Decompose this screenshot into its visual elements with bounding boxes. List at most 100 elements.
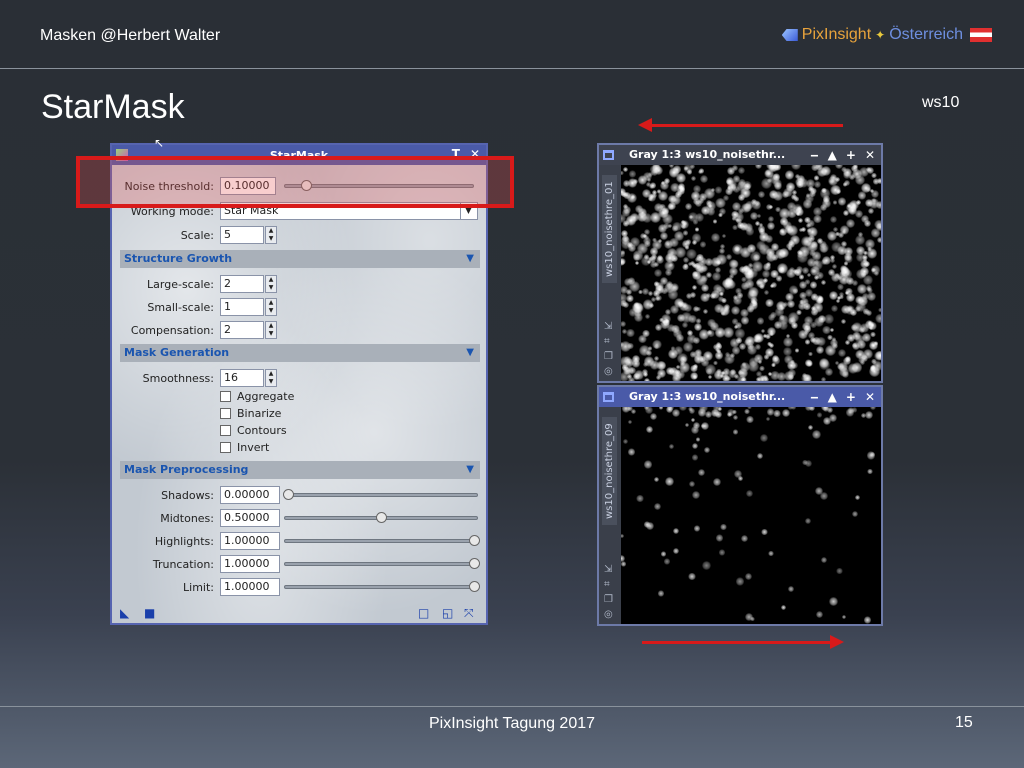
star-point — [621, 260, 625, 265]
star-point — [773, 409, 781, 418]
maximize-icon[interactable]: + — [846, 145, 856, 165]
highlights-input[interactable]: 1.00000 — [220, 532, 280, 550]
star-point — [810, 281, 818, 289]
star-mask-preview-dense[interactable] — [621, 165, 881, 381]
minimize-icon[interactable]: ‒ — [810, 145, 818, 165]
clone-icon[interactable]: ❐ — [604, 594, 613, 605]
star-point — [762, 270, 771, 279]
star-point — [639, 232, 646, 239]
mask-preprocessing-header[interactable]: Mask Preprocessing ▼ — [120, 461, 480, 479]
collapse-icon[interactable]: ▼ — [466, 344, 474, 362]
resize-icon[interactable]: ⇲ — [604, 321, 613, 332]
new-instance-icon[interactable]: ◣ — [120, 606, 129, 620]
view-id-tab[interactable]: ws10_noisethre_01 — [602, 175, 617, 283]
star-point — [732, 346, 741, 355]
slider-handle[interactable] — [283, 489, 294, 500]
slider-handle[interactable] — [376, 512, 387, 523]
star-point — [765, 203, 772, 211]
star-point — [710, 233, 720, 242]
star-point — [673, 297, 684, 308]
checkbox-box[interactable] — [220, 442, 231, 453]
compensation-spinner[interactable]: ▲ ▼ — [265, 321, 277, 339]
mask-generation-header[interactable]: Mask Generation ▼ — [120, 344, 480, 362]
clone-icon[interactable]: ❐ — [604, 351, 613, 362]
star-point — [778, 314, 785, 321]
slider-handle[interactable] — [469, 581, 480, 592]
collapse-icon[interactable]: ▼ — [466, 461, 474, 479]
limit-slider[interactable] — [284, 581, 480, 592]
fit-icon[interactable]: ⌗ — [604, 579, 613, 590]
star-point — [670, 254, 678, 262]
star-point — [822, 326, 831, 335]
checkbox-box[interactable] — [220, 425, 231, 436]
star-point — [672, 408, 681, 418]
shadows-slider[interactable] — [283, 489, 478, 500]
star-point — [831, 342, 839, 349]
image-window-1[interactable]: Gray 1:3 ws10_noisethr... ‒ ▲ + ✕ ws10_n… — [597, 143, 883, 383]
binarize-checkbox[interactable]: Binarize — [220, 407, 281, 420]
maximize-icon[interactable]: + — [846, 387, 856, 407]
checkbox-box[interactable] — [220, 391, 231, 402]
midtones-label: Midtones: — [160, 511, 214, 525]
image-window-titlebar[interactable]: Gray 1:3 ws10_noisethr... ‒ ▲ + ✕ — [599, 145, 881, 165]
star-point — [773, 173, 781, 181]
star-point — [824, 313, 835, 324]
window-icon — [603, 392, 614, 402]
image-window-sidebar: ws10_noisethre_09 ⇲ ⌗ ❐ ◎ — [599, 407, 621, 624]
smoothness-spinner[interactable]: ▲ ▼ — [265, 369, 277, 387]
slider-handle[interactable] — [469, 558, 480, 569]
minimize-icon[interactable]: ‒ — [810, 387, 818, 407]
truncation-input[interactable]: 1.00000 — [220, 555, 280, 573]
image-window-titlebar[interactable]: Gray 1:3 ws10_noisethr... ‒ ▲ + ✕ — [599, 387, 881, 407]
star-point — [653, 202, 664, 213]
scale-input[interactable]: 5 — [220, 226, 264, 244]
truncation-slider[interactable] — [284, 558, 480, 569]
scale-spinner[interactable]: ▲ ▼ — [265, 226, 277, 244]
smoothness-label: Smoothness: — [142, 371, 214, 385]
compensation-input[interactable]: 2 — [220, 321, 264, 339]
close-icon[interactable]: ✕ — [865, 387, 875, 407]
large-scale-input[interactable]: 2 — [220, 275, 264, 293]
aggregate-checkbox[interactable]: Aggregate — [220, 390, 294, 403]
star-point — [646, 426, 653, 433]
slider-handle[interactable] — [469, 535, 480, 546]
small-scale-input[interactable]: 1 — [220, 298, 264, 316]
shadows-input[interactable]: 0.00000 — [220, 486, 280, 504]
star-point — [627, 448, 636, 456]
star-point — [649, 360, 660, 370]
large-scale-spinner[interactable]: ▲ ▼ — [265, 275, 277, 293]
apply-icon[interactable]: ■ — [144, 606, 155, 620]
star-mask-preview-sparse[interactable] — [621, 407, 881, 624]
shade-icon[interactable]: ▲ — [828, 387, 837, 407]
shade-icon[interactable]: ▲ — [828, 145, 837, 165]
target-icon[interactable]: ◎ — [604, 366, 613, 377]
image-window-2[interactable]: Gray 1:3 ws10_noisethr... ‒ ▲ + ✕ ws10_n… — [597, 385, 883, 626]
resize-icon[interactable]: ⇲ — [604, 564, 613, 575]
highlights-slider[interactable] — [284, 535, 480, 546]
star-point — [715, 197, 726, 209]
invert-checkbox[interactable]: Invert — [220, 441, 269, 454]
structure-growth-header[interactable]: Structure Growth ▼ — [120, 250, 480, 268]
target-icon[interactable]: ◎ — [604, 609, 613, 620]
star-point — [664, 240, 670, 247]
close-icon[interactable]: ✕ — [865, 145, 875, 165]
contours-checkbox[interactable]: Contours — [220, 424, 287, 437]
star-point — [682, 263, 689, 271]
collapse-icon[interactable]: ▼ — [466, 250, 474, 268]
fit-icon[interactable]: ⌗ — [604, 336, 613, 347]
view-id-tab[interactable]: ws10_noisethre_09 — [602, 417, 617, 525]
star-point — [672, 373, 682, 381]
star-point — [628, 169, 637, 178]
small-scale-spinner[interactable]: ▲ ▼ — [265, 298, 277, 316]
checkbox-box[interactable] — [220, 408, 231, 419]
star-point — [698, 192, 707, 201]
midtones-input[interactable]: 0.50000 — [220, 509, 280, 527]
limit-input[interactable]: 1.00000 — [220, 578, 280, 596]
star-point — [713, 477, 722, 486]
browse-documentation-icon[interactable]: □ — [418, 606, 429, 620]
reset-icon[interactable]: ⤧ — [464, 606, 474, 621]
midtones-slider[interactable] — [284, 512, 478, 523]
shadows-label: Shadows: — [161, 488, 214, 502]
edit-instance-icon[interactable]: ◱ — [442, 606, 453, 620]
smoothness-input[interactable]: 16 — [220, 369, 264, 387]
